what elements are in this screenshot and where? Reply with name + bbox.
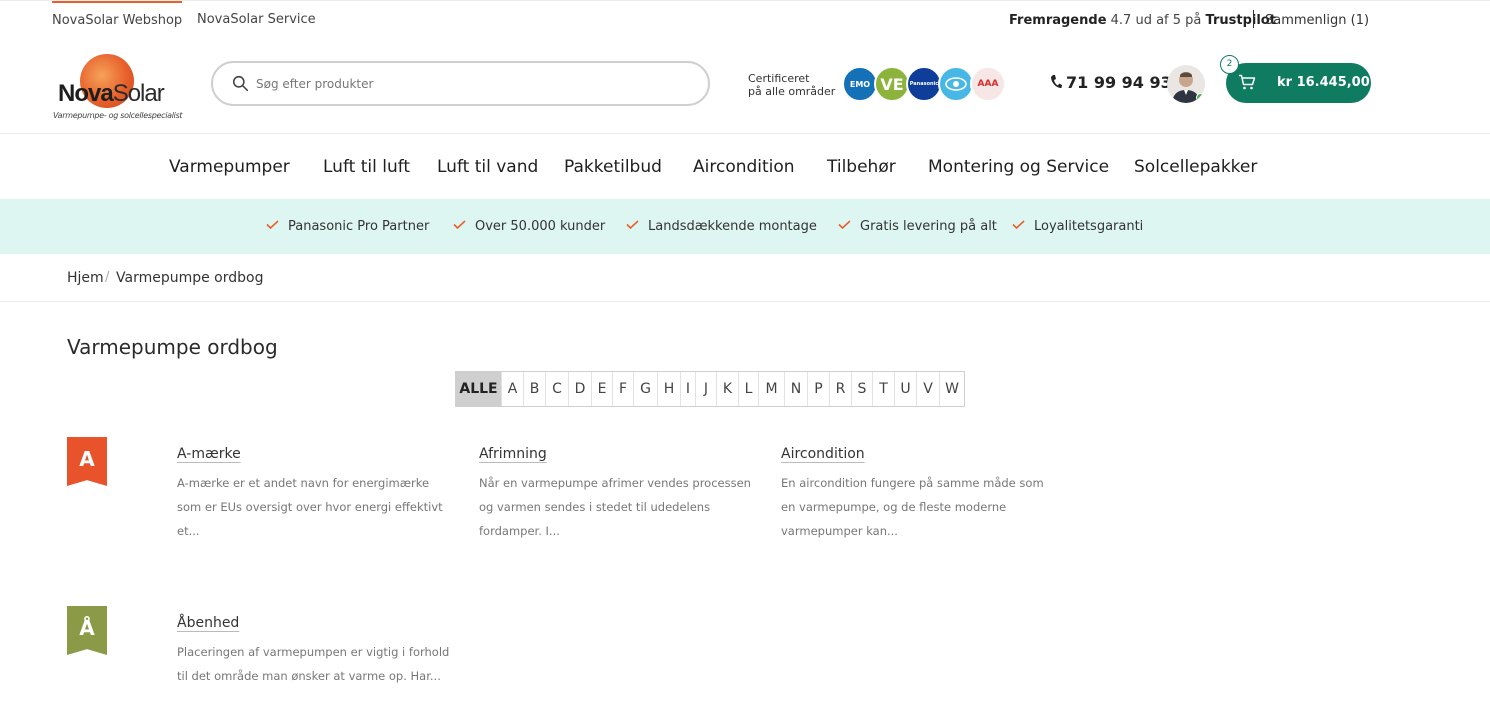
letter-filter[interactable]: I (680, 372, 695, 406)
trustpilot-label: Fremragende (1009, 13, 1107, 28)
letter-flag-aa: Å (67, 606, 107, 655)
header: NovaSolar Varmepumpe- og solcellespecial… (0, 40, 1490, 134)
tab-service[interactable]: NovaSolar Service (197, 1, 316, 41)
search-box[interactable] (211, 61, 710, 106)
eye-badge-icon (938, 66, 974, 102)
glossary-description: Når en varmepumpe afrimer vendes process… (479, 476, 751, 538)
letter-filter[interactable]: N (784, 372, 807, 406)
letter-filter[interactable]: W (939, 372, 964, 406)
nav-item-luft-til-vand[interactable]: Luft til vand (437, 157, 538, 177)
letter-filter[interactable]: S (851, 372, 872, 406)
breadcrumb-current: Varmepumpe ordbog (116, 270, 264, 286)
letter-filter[interactable]: J (695, 372, 716, 406)
letter-filter[interactable]: G (633, 372, 657, 406)
letter-filter[interactable]: K (716, 372, 738, 406)
trustpilot-score: 4.7 ud af 5 på (1110, 13, 1202, 28)
letter-filter[interactable]: E (591, 372, 612, 406)
usp-item: Landsdækkende montage (626, 219, 817, 234)
letter-filter[interactable]: T (872, 372, 894, 406)
phone-number[interactable]: 71 99 94 93 (1050, 73, 1172, 92)
letter-filter[interactable]: H (657, 372, 680, 406)
logo[interactable]: NovaSolar Varmepumpe- og solcellespecial… (52, 52, 183, 120)
letter-filter[interactable]: U (894, 372, 916, 406)
usp-item: Loyalitetsgaranti (1012, 219, 1143, 234)
panasonic-badge-icon: Panasonic (906, 66, 942, 102)
breadcrumb-separator: / (105, 270, 110, 285)
trustpilot-rating[interactable]: Fremragende 4.7 ud af 5 på Trustpilot (1009, 13, 1276, 28)
letter-filter[interactable]: A (501, 372, 523, 406)
search-icon (232, 75, 249, 92)
search-input[interactable] (256, 73, 686, 95)
nav-item-solcellepakker[interactable]: Solcellepakker (1134, 157, 1257, 177)
aaa-badge-icon: AAA (970, 66, 1006, 102)
letter-filter-all[interactable]: ALLE (456, 372, 501, 406)
letter-filter[interactable]: D (568, 372, 591, 406)
cart-count-badge: 2 (1220, 55, 1239, 74)
glossary-description: Placeringen af varmepumpen er vigtig i f… (177, 645, 450, 683)
emo-badge-icon: EMO (842, 66, 878, 102)
glossary-description: En aircondition fungere på samme måde so… (781, 476, 1044, 538)
tab-webshop[interactable]: NovaSolar Webshop (52, 1, 183, 41)
letter-filter[interactable]: P (807, 372, 829, 406)
nav-item-tilbehor[interactable]: Tilbehør (827, 157, 896, 177)
cart-button[interactable]: 2 kr 16.445,00 (1220, 55, 1371, 103)
phone-icon (1051, 75, 1062, 88)
advisor-avatar[interactable] (1167, 65, 1205, 103)
cart-icon (1239, 74, 1256, 90)
page-title: Varmepumpe ordbog (67, 335, 278, 359)
glossary-term-aircondition[interactable]: Aircondition (781, 446, 865, 462)
letter-filter[interactable]: V (916, 372, 939, 406)
online-status-indicator (1196, 93, 1205, 102)
glossary-term-afrimning[interactable]: Afrimning (479, 446, 547, 462)
nav-item-pakketilbud[interactable]: Pakketilbud (564, 157, 662, 177)
letter-filter[interactable]: F (612, 372, 633, 406)
letter-filter[interactable]: B (523, 372, 545, 406)
ve-badge-icon: VE (874, 66, 910, 102)
nav-item-luft-til-luft[interactable]: Luft til luft (323, 157, 410, 177)
usp-bar: Panasonic Pro Partner Over 50.000 kunder… (0, 199, 1490, 254)
checkmark-icon (626, 220, 639, 229)
checkmark-icon (838, 220, 851, 229)
cart-total: kr 16.445,00 (1277, 75, 1370, 90)
usp-item: Panasonic Pro Partner (266, 219, 429, 234)
glossary-term-a-maerke[interactable]: A-mærke (177, 446, 241, 462)
breadcrumb: Hjem / Varmepumpe ordbog (0, 254, 1490, 302)
alphabet-filter: ALLE A B C D E F G H I J K L M N P R S T… (455, 371, 965, 407)
main-navigation: Varmepumper Luft til luft Luft til vand … (0, 134, 1490, 199)
glossary-description: A-mærke er et andet navn for energimærke… (177, 476, 443, 538)
logo-tagline: Varmepumpe- og solcellespecialist (53, 111, 183, 120)
usp-item: Gratis levering på alt (838, 219, 997, 234)
breadcrumb-home[interactable]: Hjem (67, 270, 104, 286)
letter-filter[interactable]: C (545, 372, 568, 406)
glossary-term-abenhed[interactable]: Åbenhed (177, 615, 239, 631)
checkmark-icon (266, 220, 279, 229)
divider (1253, 10, 1254, 28)
checkmark-icon (1012, 220, 1025, 229)
letter-flag-a: A (67, 437, 107, 486)
checkmark-icon (453, 220, 466, 229)
letter-filter[interactable]: R (829, 372, 851, 406)
certification-text: Certificeret på alle områder (748, 72, 836, 98)
letter-filter[interactable]: M (758, 372, 784, 406)
nav-item-aircondition[interactable]: Aircondition (693, 157, 795, 177)
logo-wordmark: NovaSolar (58, 80, 165, 107)
letter-filter[interactable]: L (738, 372, 758, 406)
nav-item-varmepumper[interactable]: Varmepumper (169, 157, 290, 177)
usp-item: Over 50.000 kunder (453, 219, 605, 234)
nav-item-montering-og-service[interactable]: Montering og Service (928, 157, 1109, 177)
compare-link[interactable]: Sammenlign (1) (1265, 13, 1369, 28)
top-bar: NovaSolar Webshop NovaSolar Service Frem… (0, 0, 1490, 40)
